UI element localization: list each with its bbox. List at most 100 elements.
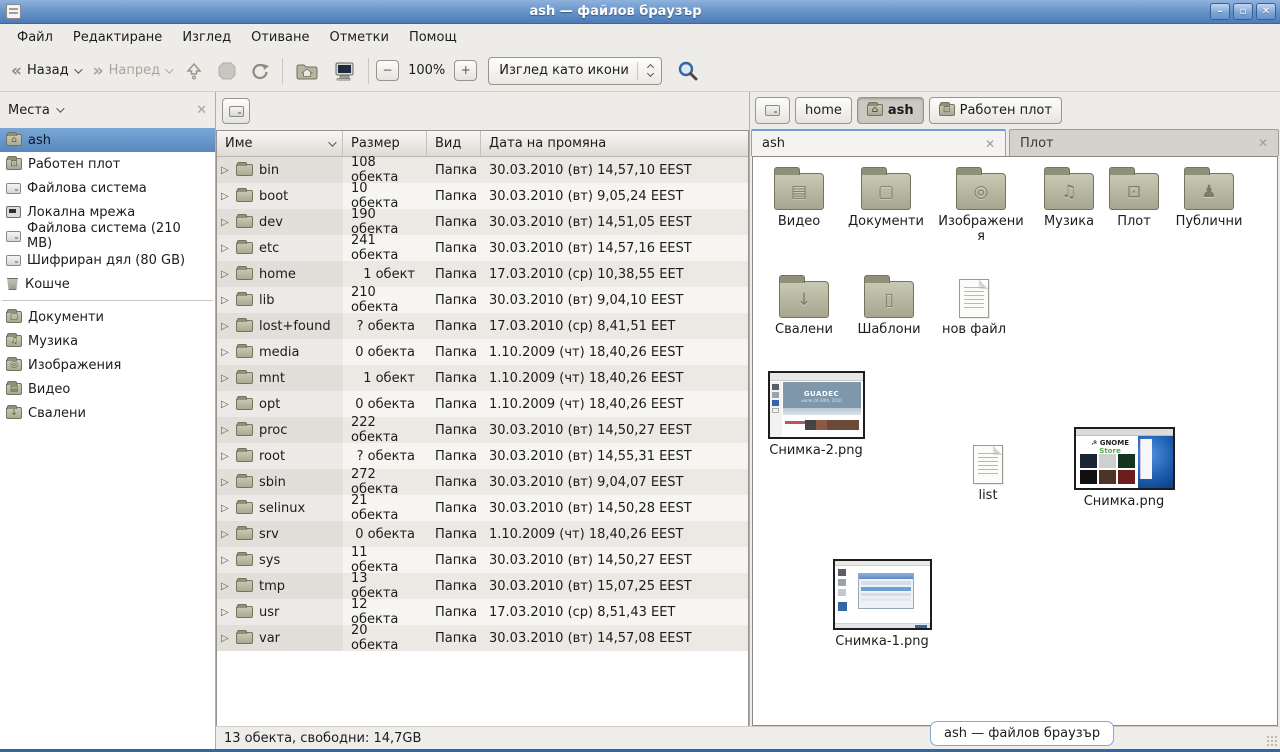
icon-item[interactable]: ♫ Музика <box>1033 167 1105 229</box>
table-row[interactable]: ▷ var 20 обекта Папка 30.03.2010 (вт) 14… <box>217 625 748 651</box>
expander-icon[interactable]: ▷ <box>221 191 232 202</box>
table-row[interactable]: ▷ dev 190 обекта Папка 30.03.2010 (вт) 1… <box>217 209 748 235</box>
expander-icon[interactable]: ▷ <box>221 581 232 592</box>
expander-icon[interactable]: ▷ <box>221 373 232 384</box>
breadcrumb-button[interactable]: home <box>795 97 852 124</box>
table-row[interactable]: ▷ mnt 1 обект Папка 1.10.2009 (чт) 18,40… <box>217 365 748 391</box>
breadcrumb-button[interactable]: ⌂ash <box>857 97 924 124</box>
sidebar-item[interactable]: Кошче <box>0 272 215 296</box>
expander-icon[interactable]: ▷ <box>221 607 232 618</box>
expander-icon[interactable]: ▷ <box>221 529 232 540</box>
sidebar-title[interactable]: Места <box>8 103 50 118</box>
sidebar-item[interactable]: ↓Свалени <box>0 401 215 425</box>
sidebar-item[interactable]: ▤Видео <box>0 377 215 401</box>
computer-button[interactable] <box>327 56 361 86</box>
view-mode-select[interactable]: Изглед като икони <box>488 57 662 85</box>
icon-item[interactable]: ⊡ Плот <box>1103 167 1165 229</box>
sidebar-dropdown-icon[interactable] <box>56 104 64 112</box>
table-row[interactable]: ▷ proc 222 обекта Папка 30.03.2010 (вт) … <box>217 417 748 443</box>
menu-item-0[interactable]: Файл <box>8 27 62 48</box>
tab-close-icon[interactable]: ✕ <box>1258 136 1268 150</box>
table-row[interactable]: ▷ lib 210 обекта Папка 30.03.2010 (вт) 9… <box>217 287 748 313</box>
sidebar-close-icon[interactable]: ✕ <box>196 103 207 118</box>
table-row[interactable]: ▷ boot 10 обекта Папка 30.03.2010 (вт) 9… <box>217 183 748 209</box>
menu-item-5[interactable]: Помощ <box>400 27 466 48</box>
tab-close-icon[interactable]: ✕ <box>985 137 995 151</box>
sidebar-item[interactable]: Файлова система (210 MB) <box>0 224 215 248</box>
sidebar-item[interactable]: ▢Документи <box>0 305 215 329</box>
zoom-in-button[interactable]: + <box>454 60 477 81</box>
table-row[interactable]: ▷ selinux 21 обекта Папка 30.03.2010 (вт… <box>217 495 748 521</box>
icon-item[interactable]: Снимка-1.png <box>829 559 935 649</box>
table-row[interactable]: ▷ home 1 обект Папка 17.03.2010 (ср) 10,… <box>217 261 748 287</box>
menu-item-3[interactable]: Отиване <box>242 27 318 48</box>
expander-icon[interactable]: ▷ <box>221 217 232 228</box>
back-dropdown-icon[interactable] <box>74 65 82 73</box>
breadcrumb-button[interactable] <box>755 97 790 124</box>
icon-item[interactable]: нов файл <box>933 275 1015 337</box>
table-row[interactable]: ▷ bin 108 обекта Папка 30.03.2010 (вт) 1… <box>217 157 748 183</box>
icon-item[interactable]: ▢ Документи <box>839 167 933 229</box>
stop-button[interactable] <box>212 56 242 86</box>
table-row[interactable]: ▷ lost+found ? обекта Папка 17.03.2010 (… <box>217 313 748 339</box>
resize-grip[interactable] <box>1266 735 1278 747</box>
expander-icon[interactable]: ▷ <box>221 399 232 410</box>
sidebar-item[interactable]: Шифриран дял (80 GB) <box>0 248 215 272</box>
column-header[interactable]: Размер <box>343 131 427 156</box>
table-row[interactable]: ▷ srv 0 обекта Папка 1.10.2009 (чт) 18,4… <box>217 521 748 547</box>
expander-icon[interactable]: ▷ <box>221 295 232 306</box>
expander-icon[interactable]: ▷ <box>221 503 232 514</box>
column-header[interactable]: Дата на промяна <box>481 131 748 156</box>
minimize-button[interactable]: – <box>1210 3 1230 20</box>
home-button[interactable] <box>290 56 324 86</box>
close-button[interactable]: ✕ <box>1256 3 1276 20</box>
expander-icon[interactable]: ▷ <box>221 243 232 254</box>
menu-item-1[interactable]: Редактиране <box>64 27 171 48</box>
tab-Плот[interactable]: Плот ✕ <box>1009 129 1279 156</box>
back-button[interactable]: « Назад <box>6 58 85 83</box>
icon-item[interactable]: ♟ Публични <box>1165 167 1253 229</box>
menu-item-2[interactable]: Изглед <box>173 27 240 48</box>
table-row[interactable]: ▷ media 0 обекта Папка 1.10.2009 (чт) 18… <box>217 339 748 365</box>
sidebar-item[interactable]: Файлова система <box>0 176 215 200</box>
tab-ash[interactable]: ash ✕ <box>751 129 1006 156</box>
expander-icon[interactable]: ▷ <box>221 425 232 436</box>
expander-icon[interactable]: ▷ <box>221 555 232 566</box>
table-row[interactable]: ▷ sys 11 обекта Папка 30.03.2010 (вт) 14… <box>217 547 748 573</box>
search-button[interactable] <box>671 54 705 88</box>
up-button[interactable] <box>179 56 209 86</box>
table-row[interactable]: ▷ etc 241 обекта Папка 30.03.2010 (вт) 1… <box>217 235 748 261</box>
table-row[interactable]: ▷ sbin 272 обекта Папка 30.03.2010 (вт) … <box>217 469 748 495</box>
table-row[interactable]: ▷ tmp 13 обекта Папка 30.03.2010 (вт) 15… <box>217 573 748 599</box>
maximize-button[interactable]: ▫ <box>1233 3 1253 20</box>
expander-icon[interactable]: ▷ <box>221 321 232 332</box>
expander-icon[interactable]: ▷ <box>221 165 232 176</box>
forward-button[interactable]: » Напред <box>88 58 176 83</box>
sidebar-item[interactable]: ⊡Работен плот <box>0 152 215 176</box>
column-header[interactable]: Име <box>217 131 343 156</box>
table-row[interactable]: ▷ usr 12 обекта Папка 17.03.2010 (ср) 8,… <box>217 599 748 625</box>
column-header[interactable]: Вид <box>427 131 481 156</box>
sidebar-item[interactable]: ◎Изображения <box>0 353 215 377</box>
icon-item[interactable]: ▤ Видео <box>761 167 837 229</box>
expander-icon[interactable]: ▷ <box>221 477 232 488</box>
zoom-out-button[interactable]: − <box>376 60 399 81</box>
icon-item[interactable]: GUADEC июля 24-30th, 2010 Снимка-2.png <box>765 371 867 458</box>
expander-icon[interactable]: ▷ <box>221 269 232 280</box>
location-toggle-button[interactable] <box>222 98 250 124</box>
table-row[interactable]: ▷ root ? обекта Папка 30.03.2010 (вт) 14… <box>217 443 748 469</box>
sidebar-item[interactable]: ⌂ash <box>0 128 215 152</box>
icon-item[interactable]: ▯ Шаблони <box>847 275 931 337</box>
reload-button[interactable] <box>245 56 275 86</box>
breadcrumb-button[interactable]: ⊡Работен плот <box>929 97 1062 124</box>
table-row[interactable]: ▷ opt 0 обекта Папка 1.10.2009 (чт) 18,4… <box>217 391 748 417</box>
icon-item[interactable]: ◎ Изображения <box>935 167 1027 244</box>
icon-item[interactable]: ☭ GNOME Store Снимка.png <box>1069 427 1179 509</box>
expander-icon[interactable]: ▷ <box>221 633 232 644</box>
expander-icon[interactable]: ▷ <box>221 451 232 462</box>
expander-icon[interactable]: ▷ <box>221 347 232 358</box>
sidebar-item[interactable]: ♫Музика <box>0 329 215 353</box>
menu-item-4[interactable]: Отметки <box>320 27 397 48</box>
icon-item[interactable]: list <box>957 441 1019 503</box>
icon-item[interactable]: ↓ Свалени <box>763 275 845 337</box>
